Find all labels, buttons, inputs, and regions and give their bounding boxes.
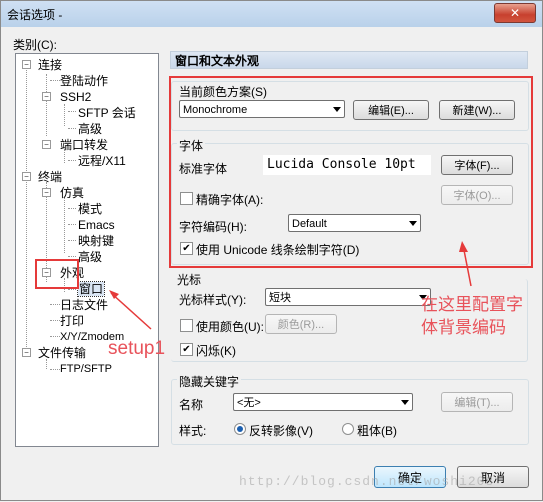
section-header: 窗口和文本外观 <box>170 51 528 69</box>
title-bar: 会话选项 - ✕ <box>1 1 542 27</box>
tree-item-advanced[interactable]: 高级 <box>78 122 102 136</box>
reverse-radio[interactable] <box>234 423 246 435</box>
tree-item-print[interactable]: 打印 <box>60 314 84 328</box>
tree-item-login-action[interactable]: 登陆动作 <box>60 74 108 88</box>
bold-radio[interactable] <box>342 423 354 435</box>
window-title: 会话选项 - <box>7 8 63 22</box>
expand-icon[interactable]: − <box>22 348 31 357</box>
hidden-keyword-label: 隐藏关键字 <box>177 373 242 390</box>
expand-icon[interactable]: − <box>22 172 31 181</box>
tree-item-remote-x11[interactable]: 远程/X11 <box>78 154 126 168</box>
annotation-setup1: setup1 <box>108 338 166 359</box>
tree-item-log-file[interactable]: 日志文件 <box>60 298 108 312</box>
cursor-style-select[interactable]: 短块 <box>265 288 431 306</box>
tree-item-modes[interactable]: 模式 <box>78 202 102 216</box>
bold-label: 粗体(B) <box>357 424 397 438</box>
name-label: 名称 <box>179 398 204 412</box>
name-value: <无> <box>237 397 261 409</box>
cursor-style-label: 光标样式(Y): <box>179 293 247 307</box>
use-color-checkbox[interactable] <box>180 319 193 332</box>
tree-item-sftp-session[interactable]: SFTP 会话 <box>78 106 136 120</box>
tree-item-emulation[interactable]: 仿真 <box>60 186 84 200</box>
tree-item-ftp-sftp[interactable]: FTP/SFTP <box>60 362 112 376</box>
tree-item-advanced2[interactable]: 高级 <box>78 250 102 264</box>
reverse-label: 反转影像(V) <box>249 424 313 438</box>
tree-item-port-forward[interactable]: 端口转发 <box>60 138 108 152</box>
use-color-label: 使用颜色(U): <box>196 320 264 334</box>
tree-item-mapping-keys[interactable]: 映射键 <box>78 234 114 248</box>
watermark: http://blog.csdn.net/woshi208 <box>239 474 495 489</box>
annotation-note-line1: 在这里配置字 <box>421 295 523 314</box>
tree-item-window[interactable]: 窗口 <box>76 281 106 297</box>
tree-item-ssh2[interactable]: SSH2 <box>60 90 91 104</box>
cursor-style-value: 短块 <box>269 292 291 304</box>
expand-icon[interactable]: − <box>42 188 51 197</box>
expand-icon[interactable]: − <box>42 140 51 149</box>
annotation-note-line2: 体背景编码 <box>421 318 506 337</box>
settings-highlight-box <box>169 76 533 268</box>
tree-item-terminal[interactable]: 终端 <box>38 170 62 184</box>
expand-icon[interactable]: − <box>22 60 31 69</box>
name-select[interactable]: <无> <box>233 393 413 411</box>
tree-item-emacs[interactable]: Emacs <box>78 218 115 232</box>
category-tree[interactable]: − 连接 登陆动作 − SSH2 SFTP 会话 高级 − 端口转发 远程/X1… <box>15 53 159 447</box>
session-options-dialog: 会话选项 - ✕ 类别(C): − 连接 登陆动作 − SSH2 SFTP 会话… <box>0 0 543 501</box>
tree-item-file-transfer[interactable]: 文件传输 <box>38 346 86 360</box>
color-button[interactable]: 颜色(R)... <box>265 314 337 334</box>
blink-checkbox[interactable]: ✔ <box>180 343 193 356</box>
close-button[interactable]: ✕ <box>494 3 536 23</box>
blink-label: 闪烁(K) <box>196 344 236 358</box>
chevron-down-icon <box>401 400 409 405</box>
tree-item-connect[interactable]: 连接 <box>38 58 62 72</box>
category-label: 类别(C): <box>13 38 57 52</box>
appearance-highlight-box <box>35 259 79 289</box>
name-edit-button[interactable]: 编辑(T)... <box>441 392 513 412</box>
expand-icon[interactable]: − <box>42 92 51 101</box>
style-label: 样式: <box>179 424 207 438</box>
radio-selected-dot <box>237 426 243 432</box>
